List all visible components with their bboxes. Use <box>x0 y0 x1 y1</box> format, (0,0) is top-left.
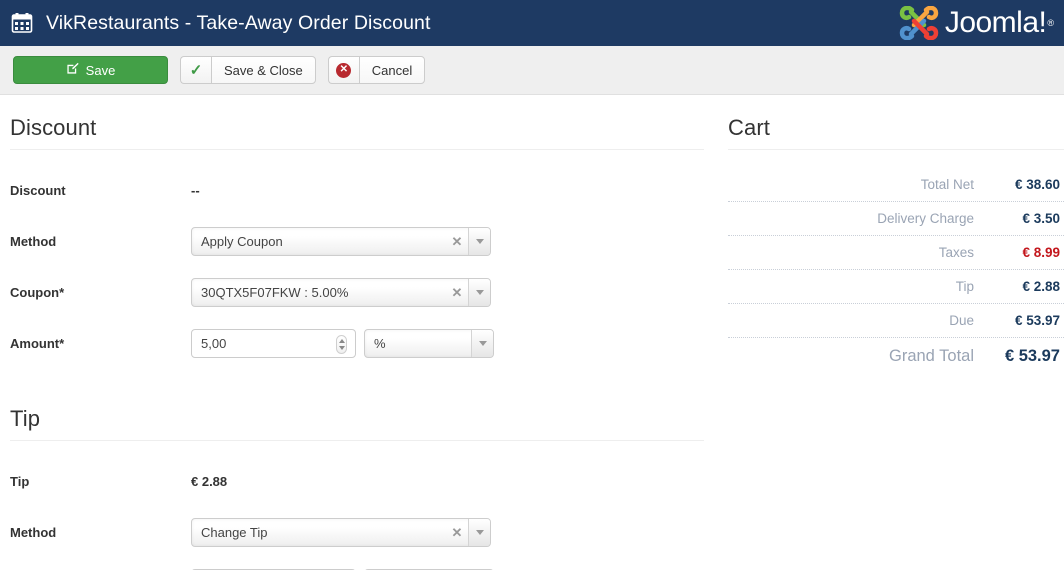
discount-amount-input[interactable] <box>192 336 355 351</box>
tip-method-clear-icon[interactable]: ✕ <box>446 519 468 546</box>
discount-method-label: Method <box>10 234 57 249</box>
discount-amount-stepper[interactable] <box>336 335 347 354</box>
cancel-button[interactable]: ✕ Cancel <box>327 56 426 84</box>
edit-square-icon <box>66 62 79 78</box>
save-and-close-button[interactable]: ✓ Save & Close <box>180 56 316 84</box>
cart-section-title: Cart <box>728 95 1064 150</box>
chevron-down-icon[interactable] <box>468 519 490 546</box>
calendar-icon <box>11 12 33 34</box>
tip-section-title: Tip <box>10 386 704 441</box>
chevron-down-icon[interactable] <box>471 330 493 357</box>
cart-row: Total Net € 38.60 <box>728 168 1064 202</box>
tip-method-row: Method Change Tip ✕ <box>10 518 704 547</box>
tip-method-selected-value: Change Tip <box>201 525 268 540</box>
toolbar: Save ✓ Save & Close ✕ Cancel <box>0 46 1064 95</box>
page-body: Discount Discount -- Method Apply Coupon… <box>0 95 1064 570</box>
discount-coupon-select[interactable]: 30QTX5F07FKW : 5.00% ✕ <box>191 278 491 307</box>
discount-amount-row: Amount* % <box>10 329 704 358</box>
cart-row-value: € 38.60 <box>1014 177 1060 192</box>
chevron-down-icon[interactable] <box>468 228 490 255</box>
page-title: VikRestaurants - Take-Away Order Discoun… <box>46 11 431 34</box>
discount-amount-unit-value: % <box>374 336 386 351</box>
cancel-label[interactable]: Cancel <box>358 56 426 84</box>
discount-coupon-clear-icon[interactable]: ✕ <box>446 279 468 306</box>
joomla-mark-icon <box>899 5 939 41</box>
left-column: Discount Discount -- Method Apply Coupon… <box>0 95 714 570</box>
tip-label: Tip <box>10 474 30 489</box>
cart-row-value: € 8.99 <box>1022 245 1060 260</box>
save-and-close-label[interactable]: Save & Close <box>211 56 316 84</box>
registered-mark: ® <box>1047 18 1054 28</box>
joomla-logo: Joomla! ® <box>899 4 1054 42</box>
discount-method-select[interactable]: Apply Coupon ✕ <box>191 227 491 256</box>
discount-amount-input-wrap[interactable] <box>191 329 356 358</box>
tip-value: € 2.88 <box>191 474 228 489</box>
right-column: Cart Total Net € 38.60 Delivery Charge € 3.… <box>714 95 1064 570</box>
discount-coupon-label: Coupon* <box>10 285 65 300</box>
discount-coupon-selected-value: 30QTX5F07FKW : 5.00% <box>201 285 349 300</box>
cart-row-label: Due <box>949 313 974 328</box>
discount-value: -- <box>191 183 200 198</box>
discount-value-row: Discount -- <box>10 176 704 205</box>
joomla-wordmark: Joomla! <box>944 6 1047 39</box>
cart-row: Tip € 2.88 <box>728 270 1064 304</box>
save-button[interactable]: Save <box>13 56 168 84</box>
cart-row-label: Delivery Charge <box>877 211 974 226</box>
cart-row-value: € 53.97 <box>1004 347 1060 365</box>
cart-row-label: Grand Total <box>889 347 974 365</box>
check-icon[interactable]: ✓ <box>180 56 211 84</box>
discount-method-clear-icon[interactable]: ✕ <box>446 228 468 255</box>
cart-row: Due € 53.97 <box>728 304 1064 338</box>
discount-method-selected-value: Apply Coupon <box>201 234 283 249</box>
cart-row-label: Total Net <box>920 177 974 192</box>
cart-row-label: Taxes <box>938 245 974 260</box>
cart-row-value: € 53.97 <box>1014 313 1060 328</box>
app-header: VikRestaurants - Take-Away Order Discoun… <box>0 0 1064 46</box>
discount-label: Discount <box>10 183 66 198</box>
discount-coupon-row: Coupon* 30QTX5F07FKW : 5.00% ✕ <box>10 278 704 307</box>
discount-method-row: Method Apply Coupon ✕ <box>10 227 704 256</box>
cart-row-value: € 2.88 <box>1022 279 1060 294</box>
close-circle-icon[interactable]: ✕ <box>327 56 359 84</box>
discount-section-title: Discount <box>10 95 704 150</box>
discount-amount-unit-select[interactable]: % <box>364 329 494 358</box>
tip-method-label: Method <box>10 525 57 540</box>
cart-summary-list: Total Net € 38.60 Delivery Charge € 3.50 Tax… <box>728 168 1064 375</box>
cart-row: Grand Total € 53.97 <box>728 338 1064 375</box>
cart-row-value: € 3.50 <box>1022 211 1060 226</box>
tip-method-select[interactable]: Change Tip ✕ <box>191 518 491 547</box>
cart-row: Taxes € 8.99 <box>728 236 1064 270</box>
tip-value-row: Tip € 2.88 <box>10 467 704 496</box>
chevron-down-icon[interactable] <box>468 279 490 306</box>
discount-amount-label: Amount* <box>10 336 65 351</box>
cart-row-label: Tip <box>955 279 974 294</box>
cart-row: Delivery Charge € 3.50 <box>728 202 1064 236</box>
save-button-label: Save <box>85 62 116 78</box>
